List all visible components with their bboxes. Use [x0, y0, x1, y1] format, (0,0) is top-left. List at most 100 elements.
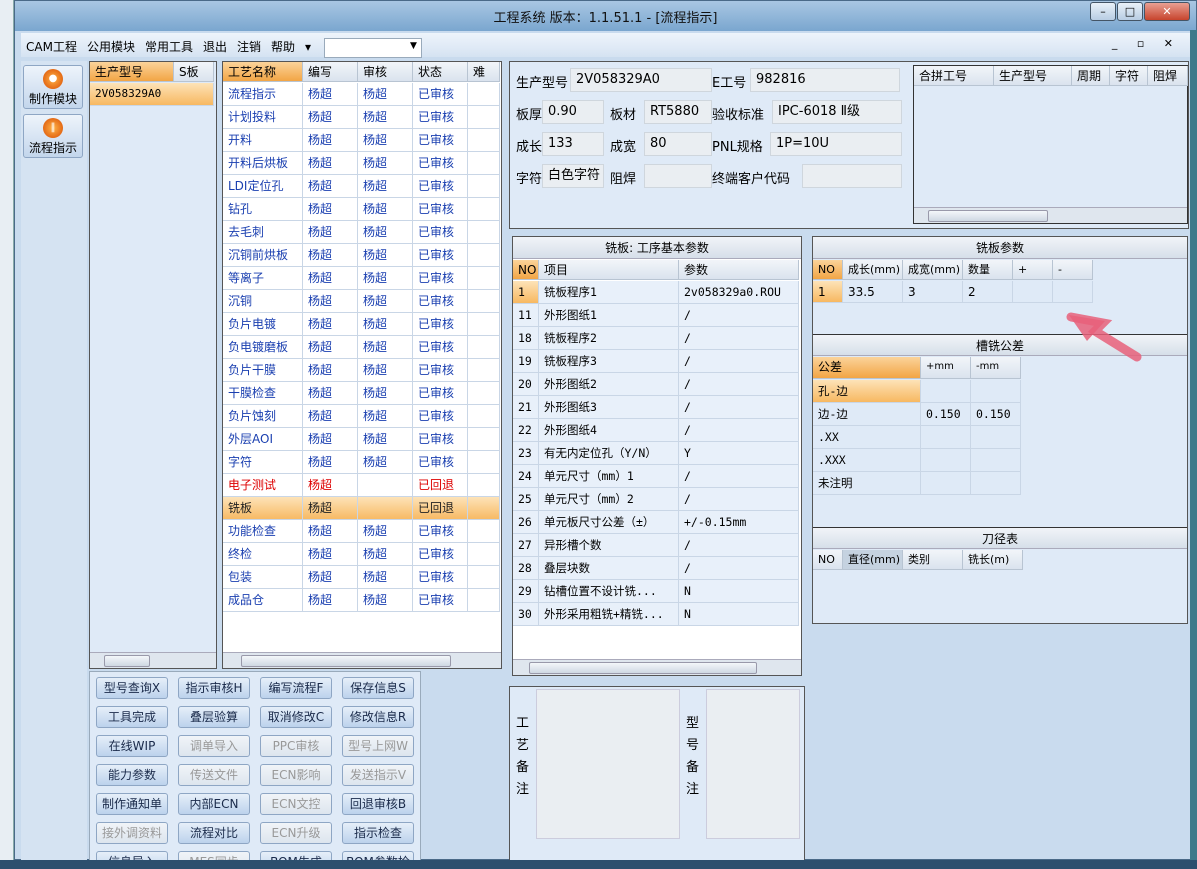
- horizontal-scrollbar[interactable]: [90, 652, 216, 668]
- col-header-0[interactable]: 公差: [813, 357, 921, 379]
- table-cell[interactable]: [921, 449, 971, 472]
- col-header-s-board[interactable]: S板: [174, 62, 214, 82]
- table-row[interactable]: 终检 杨超 杨超 已审核: [223, 543, 500, 566]
- table-cell[interactable]: 外形图纸4: [539, 419, 679, 442]
- table-cell[interactable]: 有无内定位孔（Y/N）: [539, 442, 679, 465]
- col-header-2[interactable]: 参数: [679, 260, 799, 280]
- col-header-0[interactable]: NO: [813, 550, 843, 570]
- action-button-13[interactable]: 传送文件: [178, 764, 250, 786]
- table-cell[interactable]: 19: [513, 350, 539, 373]
- table-cell[interactable]: 钻槽位置不设计铣...: [539, 580, 679, 603]
- table-row[interactable]: 功能检查 杨超 杨超 已审核: [223, 520, 500, 543]
- action-button-9[interactable]: 调单导入: [178, 735, 250, 757]
- horizontal-scrollbar[interactable]: [223, 652, 501, 668]
- process-remarks-input[interactable]: [536, 689, 680, 839]
- menu-overflow-icon[interactable]: ▾: [300, 35, 316, 59]
- table-cell[interactable]: /: [679, 534, 799, 557]
- col-header-1[interactable]: 成长(mm): [843, 260, 903, 280]
- field-value[interactable]: 982816: [750, 68, 900, 92]
- action-button-8[interactable]: 在线WIP: [96, 735, 168, 757]
- table-cell[interactable]: N: [679, 603, 799, 626]
- table-row[interactable]: 负片干膜 杨超 杨超 已审核: [223, 359, 500, 382]
- table-cell[interactable]: 2v058329a0.ROU: [679, 281, 799, 304]
- field-value[interactable]: 白色字符: [542, 164, 604, 188]
- table-cell[interactable]: /: [679, 327, 799, 350]
- col-header-4[interactable]: 阻焊: [1148, 66, 1188, 86]
- table-cell[interactable]: [971, 380, 1021, 403]
- field-value[interactable]: 133: [542, 132, 604, 156]
- menu-logout[interactable]: 注销: [232, 33, 266, 60]
- table-row[interactable]: 钻孔 杨超 杨超 已审核: [223, 198, 500, 221]
- model-row[interactable]: 2V058329A0: [90, 83, 214, 106]
- minimize-button[interactable]: –: [1090, 2, 1116, 21]
- col-header-0[interactable]: 合拼工号: [914, 66, 994, 86]
- table-cell[interactable]: 29: [513, 580, 539, 603]
- table-cell[interactable]: 叠层块数: [539, 557, 679, 580]
- action-button-7[interactable]: 修改信息R: [342, 706, 414, 728]
- table-cell[interactable]: 铣板程序3: [539, 350, 679, 373]
- action-button-0[interactable]: 型号查询X: [96, 677, 168, 699]
- table-cell[interactable]: 边-边: [813, 403, 921, 426]
- table-cell[interactable]: /: [679, 465, 799, 488]
- col-header-3[interactable]: 铣长(m): [963, 550, 1023, 570]
- table-cell[interactable]: 外形图纸3: [539, 396, 679, 419]
- col-header-0[interactable]: NO: [813, 260, 843, 280]
- table-row[interactable]: 负片电镀 杨超 杨超 已审核: [223, 313, 500, 336]
- table-cell[interactable]: [921, 472, 971, 495]
- table-row[interactable]: 成品仓 杨超 杨超 已审核: [223, 589, 500, 612]
- table-cell[interactable]: [921, 380, 971, 403]
- menu-cam[interactable]: CAM工程: [21, 33, 82, 60]
- action-button-4[interactable]: 工具完成: [96, 706, 168, 728]
- col-header-3[interactable]: 字符: [1110, 66, 1148, 86]
- close-button[interactable]: ✕: [1144, 2, 1190, 21]
- table-cell[interactable]: 33.5: [843, 281, 903, 303]
- table-row[interactable]: 外层AOI 杨超 杨超 已审核: [223, 428, 500, 451]
- table-cell[interactable]: /: [679, 373, 799, 396]
- table-cell[interactable]: 23: [513, 442, 539, 465]
- table-cell[interactable]: 18: [513, 327, 539, 350]
- table-row[interactable]: 包装 杨超 杨超 已审核: [223, 566, 500, 589]
- table-cell[interactable]: 0.150: [971, 403, 1021, 426]
- field-value[interactable]: RT5880: [644, 100, 712, 124]
- table-cell[interactable]: 单元尺寸（mm）2: [539, 488, 679, 511]
- table-cell[interactable]: 22: [513, 419, 539, 442]
- menu-combo[interactable]: ▼: [323, 37, 422, 58]
- table-cell[interactable]: 27: [513, 534, 539, 557]
- table-cell[interactable]: /: [679, 396, 799, 419]
- action-button-12[interactable]: 能力参数: [96, 764, 168, 786]
- table-cell[interactable]: /: [679, 557, 799, 580]
- model-remarks-input[interactable]: [706, 689, 800, 839]
- table-cell[interactable]: .XX: [813, 426, 921, 449]
- table-cell[interactable]: 30: [513, 603, 539, 626]
- col-header-4[interactable]: +: [1013, 260, 1053, 280]
- col-header-2[interactable]: 审核: [358, 62, 413, 82]
- table-row[interactable]: 流程指示 杨超 杨超 已审核: [223, 83, 500, 106]
- menu-tools[interactable]: 常用工具: [140, 33, 198, 60]
- col-header-3[interactable]: 状态: [413, 62, 468, 82]
- table-row[interactable]: 沉铜前烘板 杨超 杨超 已审核: [223, 244, 500, 267]
- table-row[interactable]: 字符 杨超 杨超 已审核: [223, 451, 500, 474]
- side-button-1[interactable]: ‖ 流程指示: [23, 114, 83, 158]
- field-value[interactable]: 80: [644, 132, 712, 156]
- action-button-1[interactable]: 指示审核H: [178, 677, 250, 699]
- field-value[interactable]: IPC-6018 Ⅱ级: [772, 100, 902, 124]
- horizontal-scrollbar[interactable]: [914, 207, 1187, 223]
- col-header-5[interactable]: -: [1053, 260, 1093, 280]
- table-cell[interactable]: 2: [963, 281, 1013, 303]
- action-button-18[interactable]: ECN文控: [260, 793, 332, 815]
- field-value[interactable]: [802, 164, 902, 188]
- field-value[interactable]: 2V058329A0: [570, 68, 712, 92]
- horizontal-scrollbar[interactable]: [513, 659, 801, 675]
- table-row[interactable]: 去毛刺 杨超 杨超 已审核: [223, 221, 500, 244]
- table-cell[interactable]: [921, 426, 971, 449]
- col-header-0[interactable]: 工艺名称: [223, 62, 303, 82]
- action-button-19[interactable]: 回退审核B: [342, 793, 414, 815]
- col-header-1[interactable]: +mm: [921, 357, 971, 379]
- action-button-21[interactable]: 流程对比: [178, 822, 250, 844]
- table-cell[interactable]: [971, 449, 1021, 472]
- table-cell[interactable]: 单元板尺寸公差（±）: [539, 511, 679, 534]
- table-row[interactable]: LDI定位孔 杨超 杨超 已审核: [223, 175, 500, 198]
- table-cell[interactable]: 铣板程序2: [539, 327, 679, 350]
- field-value[interactable]: 1P=10U: [770, 132, 902, 156]
- table-cell[interactable]: 异形槽个数: [539, 534, 679, 557]
